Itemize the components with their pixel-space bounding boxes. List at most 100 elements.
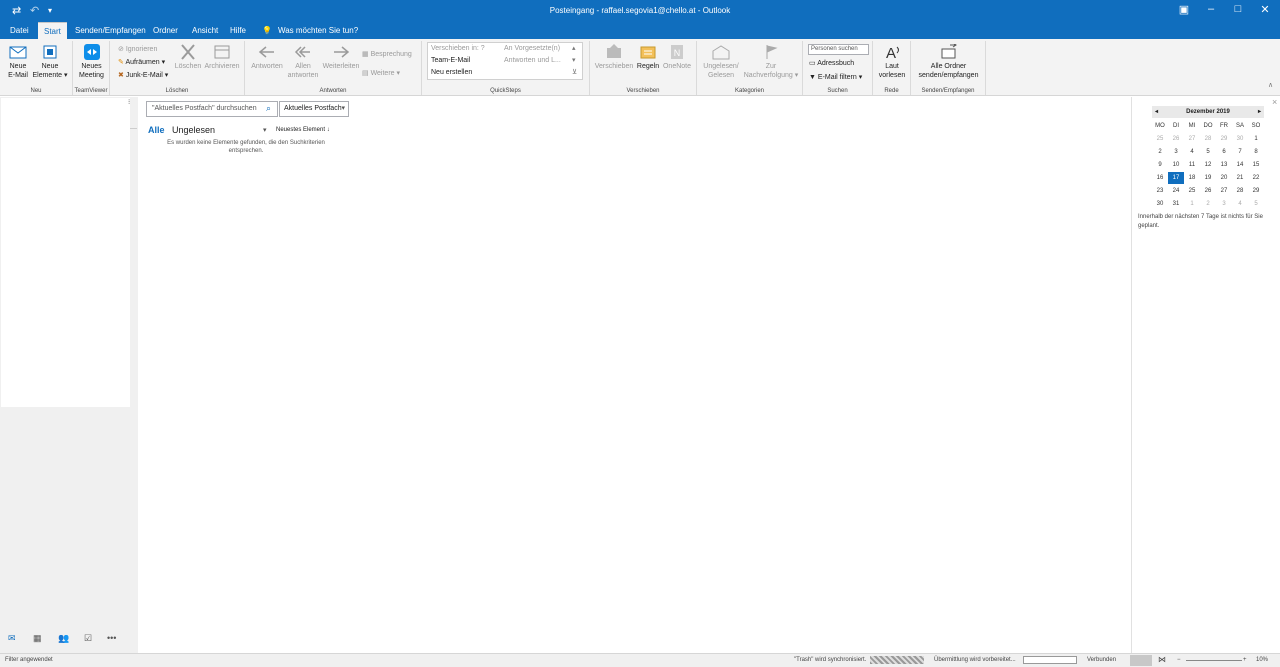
calendar-day[interactable]: 26: [1200, 185, 1216, 197]
ignore-button[interactable]: ⊘ Ignorieren: [118, 45, 157, 53]
calendar-day[interactable]: 30: [1152, 198, 1168, 210]
calendar-day[interactable]: 16: [1152, 172, 1168, 184]
calendar-day[interactable]: 3: [1168, 146, 1184, 158]
more-button[interactable]: ▤ Weitere ▾: [362, 69, 400, 77]
next-month-icon[interactable]: ▸: [1258, 106, 1261, 118]
onenote-button[interactable]: N OneNote: [662, 44, 692, 71]
zoom-out-icon[interactable]: −: [1177, 657, 1181, 663]
calendar-day[interactable]: 31: [1168, 198, 1184, 210]
calendar-day[interactable]: 2: [1200, 198, 1216, 210]
send-receive-all-button[interactable]: Alle Ordner senden/empfangen: [913, 44, 984, 80]
more-modules-icon[interactable]: •••: [107, 633, 116, 643]
sort-order[interactable]: Neuestes Element ↓: [276, 127, 330, 133]
zoom-slider[interactable]: [1186, 660, 1242, 661]
quickstep-reply-delete[interactable]: Antworten und L...: [504, 57, 561, 64]
tasks-icon[interactable]: ☑: [84, 633, 92, 644]
calendar-day[interactable]: 7: [1232, 146, 1248, 158]
ribbon-display-options-icon[interactable]: ▣: [1172, 3, 1196, 19]
addressbook-button[interactable]: ▭ Adressbuch: [809, 59, 854, 67]
delete-button[interactable]: Löschen: [174, 44, 202, 71]
calendar-day[interactable]: 26: [1168, 133, 1184, 145]
rules-button[interactable]: Regeln: [634, 44, 662, 71]
calendar-day[interactable]: 4: [1232, 198, 1248, 210]
tab-senden-empfangen[interactable]: Senden/Empfangen: [69, 22, 152, 39]
calendar-day[interactable]: 9: [1152, 159, 1168, 171]
calendar-day[interactable]: 24: [1168, 185, 1184, 197]
tab-hilfe[interactable]: Hilfe: [224, 22, 252, 39]
calendar-day[interactable]: 1: [1248, 133, 1264, 145]
calendar-day[interactable]: 27: [1184, 133, 1200, 145]
minimize-button[interactable]: –: [1199, 3, 1223, 19]
calendar-day[interactable]: 28: [1232, 185, 1248, 197]
filter-email-button[interactable]: ▼ E-Mail filtern ▾: [809, 73, 862, 81]
calendar-day[interactable]: 2: [1152, 146, 1168, 158]
read-aloud-button[interactable]: A Laut vorlesen: [876, 44, 908, 80]
tab-ansicht[interactable]: Ansicht: [186, 22, 224, 39]
calendar-day[interactable]: 30: [1232, 133, 1248, 145]
calendar-day[interactable]: 3: [1216, 198, 1232, 210]
calendar-day[interactable]: 25: [1184, 185, 1200, 197]
calendar-day[interactable]: 20: [1216, 172, 1232, 184]
calendar-day[interactable]: 5: [1200, 146, 1216, 158]
calendar-day[interactable]: 4: [1184, 146, 1200, 158]
calendar-day[interactable]: 5: [1248, 198, 1264, 210]
calendar-day[interactable]: 17: [1168, 172, 1184, 184]
calendar-day[interactable]: 12: [1200, 159, 1216, 171]
close-todo-icon[interactable]: ×: [1272, 97, 1277, 107]
search-scope-dropdown[interactable]: Aktuelles Postfach ▾: [279, 101, 349, 117]
calendar-day[interactable]: 15: [1248, 159, 1264, 171]
calendar-day[interactable]: 23: [1152, 185, 1168, 197]
maximize-button[interactable]: □: [1226, 3, 1250, 19]
new-items-button[interactable]: Neue Elemente ▾: [32, 44, 68, 80]
cleanup-button[interactable]: ✎ Aufräumen ▾: [118, 58, 165, 66]
forward-button[interactable]: Weiterleiten: [321, 44, 361, 71]
reading-view-icon[interactable]: ⋈: [1158, 655, 1166, 664]
search-input[interactable]: "Aktuelles Postfach" durchsuchen: [146, 101, 278, 117]
unread-read-button[interactable]: Ungelesen/Gelesen: [699, 44, 743, 80]
tab-ordner[interactable]: Ordner: [147, 22, 184, 39]
normal-view-button[interactable]: [1130, 655, 1152, 666]
calendar-day[interactable]: 27: [1216, 185, 1232, 197]
filter-unread[interactable]: Ungelesen: [172, 125, 215, 135]
meeting-reply-button[interactable]: ▦ Besprechung: [362, 50, 412, 58]
close-button[interactable]: ✕: [1253, 3, 1277, 19]
filter-dropdown-icon[interactable]: ▾: [263, 126, 267, 134]
new-meeting-button[interactable]: Neues Meeting: [76, 44, 107, 80]
tab-datei[interactable]: Datei: [4, 22, 35, 39]
calendar-day[interactable]: 25: [1152, 133, 1168, 145]
quickstep-move[interactable]: Verschieben in: ?: [431, 45, 485, 52]
quickstep-team[interactable]: Team-E-Mail: [431, 57, 470, 64]
gallery-scroll-up-icon[interactable]: ▴: [572, 44, 576, 52]
calendar-day[interactable]: 18: [1184, 172, 1200, 184]
filter-all[interactable]: Alle: [148, 125, 165, 135]
calendar-day[interactable]: 10: [1168, 159, 1184, 171]
calendar-day[interactable]: 29: [1216, 133, 1232, 145]
people-icon[interactable]: 👥: [58, 633, 69, 644]
reply-all-button[interactable]: Allen antworten: [285, 44, 321, 80]
calendar-day[interactable]: 21: [1232, 172, 1248, 184]
junk-button[interactable]: ✖ Junk-E-Mail ▾: [118, 71, 168, 79]
zoom-in-icon[interactable]: +: [1243, 657, 1247, 663]
tab-start[interactable]: Start: [38, 22, 67, 39]
calendar-day[interactable]: 6: [1216, 146, 1232, 158]
quickstep-new[interactable]: Neu erstellen: [431, 69, 472, 76]
gallery-expand-icon[interactable]: ⊻: [572, 68, 577, 76]
collapse-list-icon[interactable]: —: [130, 125, 137, 132]
calendar-day[interactable]: 22: [1248, 172, 1264, 184]
gallery-scroll-down-icon[interactable]: ▾: [572, 56, 576, 64]
search-icon[interactable]: ⌕: [266, 103, 271, 114]
new-email-button[interactable]: Neue E-Mail: [4, 44, 32, 80]
collapse-ribbon-icon[interactable]: ∧: [1268, 81, 1273, 89]
followup-button[interactable]: Zur Nachverfolgung ▾: [743, 44, 799, 80]
calendar-day[interactable]: 14: [1232, 159, 1248, 171]
calendar-day[interactable]: 19: [1200, 172, 1216, 184]
folder-pane-pin-icon[interactable]: ⁝: [128, 98, 130, 106]
calendar-day[interactable]: 28: [1200, 133, 1216, 145]
move-button[interactable]: Verschieben: [594, 44, 634, 71]
calendar-day[interactable]: 11: [1184, 159, 1200, 171]
calendar-day[interactable]: 8: [1248, 146, 1264, 158]
prev-month-icon[interactable]: ◂: [1155, 106, 1158, 118]
reply-button[interactable]: Antworten: [249, 44, 285, 71]
calendar-day[interactable]: 1: [1184, 198, 1200, 210]
calendar-icon[interactable]: ▦: [33, 633, 42, 644]
